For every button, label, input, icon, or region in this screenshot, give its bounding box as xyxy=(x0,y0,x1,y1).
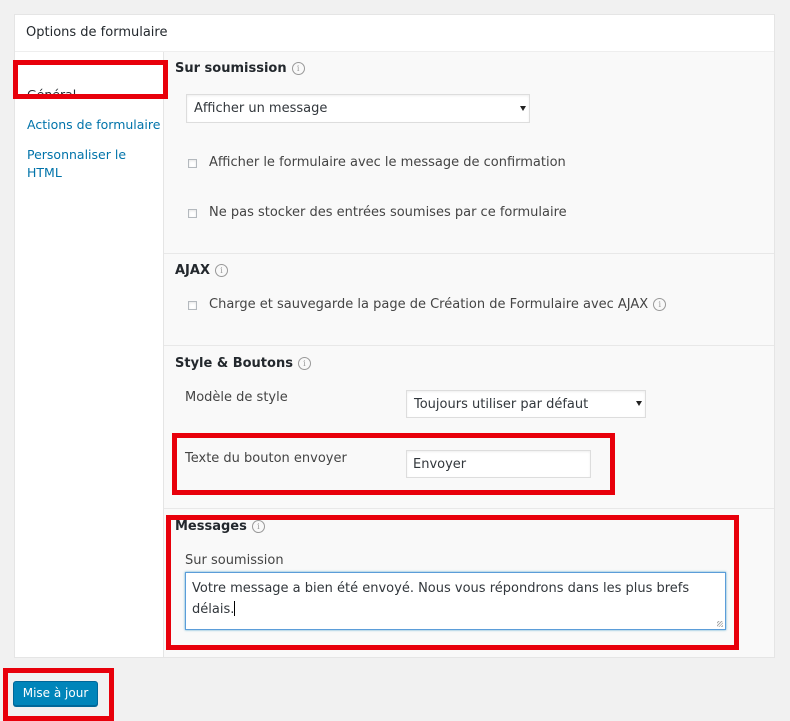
on-submit-message-textarea[interactable]: Votre message a bien été envoyé. Nous vo… xyxy=(185,572,726,630)
submission-action-value: Afficher un message xyxy=(194,101,328,116)
sidebar-item-form-actions[interactable]: Actions de formulaire xyxy=(27,116,160,134)
submission-heading-text: Sur soumission xyxy=(175,61,287,76)
ajax-checkbox[interactable] xyxy=(188,301,197,310)
style-heading-text: Style & Boutons xyxy=(175,356,293,371)
divider xyxy=(164,345,774,346)
sidebar-item-customize-html[interactable]: Personnaliser le HTML xyxy=(27,146,147,182)
info-circle-icon[interactable]: i xyxy=(297,357,311,370)
on-submit-message-label: Sur soumission xyxy=(185,553,284,568)
style-model-value: Toujours utiliser par défaut xyxy=(414,397,589,412)
style-model-label: Modèle de style xyxy=(185,390,288,405)
settings-sidebar: Général Actions de formulaire Personnali… xyxy=(15,52,164,657)
no-store-label: Ne pas stocker des entrées soumises par … xyxy=(209,205,567,220)
chevron-down-icon xyxy=(636,401,642,406)
sidebar-item-general[interactable]: Général xyxy=(27,86,76,104)
messages-heading-text: Messages xyxy=(175,519,247,534)
button-text-input[interactable]: Envoyer xyxy=(406,450,591,478)
no-store-checkbox[interactable] xyxy=(188,209,197,218)
text-caret xyxy=(234,601,236,616)
show-form-label: Afficher le formulaire avec le message d… xyxy=(209,155,566,170)
ajax-label-text: Charge et sauvegarde la page de Création… xyxy=(209,297,649,312)
ajax-label: Charge et sauvegarde la page de Création… xyxy=(209,297,667,312)
divider xyxy=(164,508,774,509)
show-form-checkbox[interactable] xyxy=(188,159,197,168)
style-model-select[interactable]: Toujours utiliser par défaut xyxy=(406,390,646,418)
panel-header: Options de formulaire xyxy=(15,15,774,52)
info-circle-icon[interactable]: i xyxy=(214,264,228,277)
update-button[interactable]: Mise à jour xyxy=(13,681,98,706)
button-text-value: Envoyer xyxy=(413,457,467,472)
info-circle-icon[interactable]: i xyxy=(653,298,667,311)
style-heading: Style & Boutons i xyxy=(175,356,311,371)
chevron-down-icon xyxy=(520,105,526,111)
ajax-heading-text: AJAX xyxy=(175,263,210,278)
submission-action-select[interactable]: Afficher un message xyxy=(186,94,530,123)
info-circle-icon[interactable]: i xyxy=(251,520,265,533)
ajax-heading: AJAX i xyxy=(175,263,228,278)
button-text-label: Texte du bouton envoyer xyxy=(185,451,347,466)
panel-title: Options de formulaire xyxy=(26,25,168,40)
submission-heading: Sur soumission i xyxy=(175,61,305,76)
messages-heading: Messages i xyxy=(175,519,265,534)
info-circle-icon[interactable]: i xyxy=(291,62,305,75)
divider xyxy=(164,253,774,254)
on-submit-message-value: Votre message a bien été envoyé. Nous vo… xyxy=(192,581,690,617)
resize-handle[interactable] xyxy=(717,621,723,627)
